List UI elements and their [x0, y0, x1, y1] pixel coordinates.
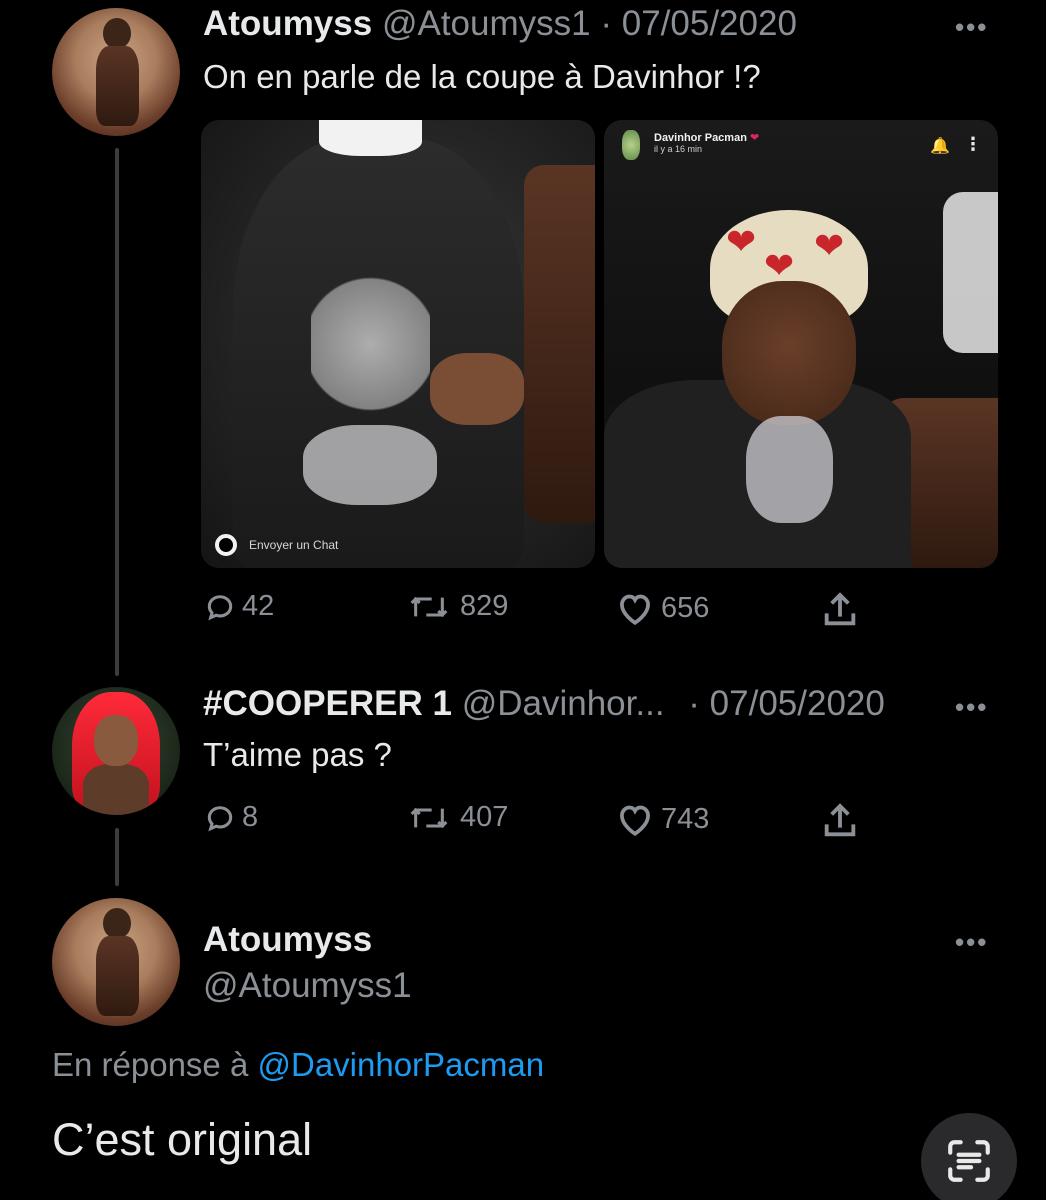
text-scan-button[interactable] [921, 1113, 1017, 1200]
snap-bitmoji-icon [622, 130, 640, 160]
tweet-text: On en parle de la coupe à Davinhor !? [203, 58, 761, 95]
handle[interactable]: @Atoumyss1 [203, 966, 412, 1006]
vertical-dots-icon: ⋮ [964, 134, 982, 154]
avatar[interactable] [52, 8, 180, 136]
reply-button[interactable]: 8 [204, 801, 258, 834]
reply-prefix: En réponse à [52, 1046, 249, 1083]
tweet-date[interactable]: 07/05/2020 [622, 4, 797, 43]
hair-heart: ❤ [764, 245, 795, 286]
avatar[interactable] [52, 687, 180, 815]
tweet-text: T’aime pas ? [203, 736, 392, 773]
display-name[interactable]: #COOPERER 1 [203, 684, 452, 723]
display-name[interactable]: Atoumyss [203, 920, 372, 960]
heart-icon [620, 805, 650, 836]
snap-reply-text: Envoyer un Chat [249, 538, 339, 552]
handle[interactable]: @Atoumyss1 [382, 4, 591, 43]
like-count: 743 [661, 802, 710, 835]
share-button[interactable] [820, 801, 860, 841]
retweet-icon [410, 807, 448, 828]
separator: · [688, 684, 700, 723]
avatar[interactable] [52, 898, 180, 1026]
avatar-head [103, 908, 132, 939]
snap-reply-bar: Envoyer un Chat [215, 534, 338, 556]
avatar-dress [95, 936, 140, 1016]
more-options-icon[interactable]: ••• [955, 12, 988, 43]
share-icon [824, 803, 856, 837]
reply-icon [207, 594, 233, 620]
thread-line [115, 148, 119, 676]
arm [429, 352, 525, 425]
avatar-face [94, 715, 138, 767]
tweet-image-left[interactable]: Envoyer un Chat [201, 120, 595, 568]
more-options-icon[interactable]: ••• [955, 927, 988, 958]
share-button[interactable] [820, 590, 860, 630]
reply-button[interactable]: 42 [204, 590, 274, 623]
snap-account-name: Davinhor Pacman ❤ [654, 132, 760, 144]
tweet-date[interactable]: 07/05/2020 [710, 684, 885, 723]
heart-icon [620, 594, 650, 625]
separator: · [600, 4, 612, 43]
hair-heart: ❤ [726, 221, 757, 262]
text-scan-icon [948, 1140, 990, 1182]
barber-chair [524, 164, 595, 524]
retweet-button[interactable]: 407 [404, 801, 508, 834]
thread-line [115, 828, 119, 886]
reply-count: 42 [242, 590, 275, 622]
reply-icon [207, 805, 233, 831]
cape-print [311, 254, 430, 434]
gloved-hand [745, 415, 833, 524]
tweet-header: #COOPERER 1 @Davinhor... · 07/05/2020 [203, 684, 885, 724]
snap-time: il y a 16 min [654, 144, 703, 154]
handle[interactable]: @Davinhor... [462, 684, 665, 723]
reply-mention-link[interactable]: @DavinhorPacman [257, 1046, 544, 1083]
hair-heart: ❤ [814, 225, 845, 266]
reply-count: 8 [242, 801, 259, 833]
avatar-body [82, 763, 150, 815]
retweet-count: 407 [460, 801, 509, 833]
gloved-hand [303, 424, 438, 506]
retweet-icon [410, 596, 448, 617]
like-count: 656 [661, 591, 710, 624]
more-options-icon[interactable]: ••• [955, 692, 988, 723]
retweet-count: 829 [460, 590, 509, 622]
reply-context: En réponse à @DavinhorPacman [52, 1046, 544, 1084]
like-button[interactable]: 743 [615, 801, 709, 837]
tweet-header: Atoumyss @Atoumyss1 · 07/05/2020 [203, 4, 797, 44]
avatar-head [103, 18, 132, 49]
like-button[interactable]: 656 [615, 590, 709, 626]
retweet-button[interactable]: 829 [404, 590, 508, 623]
camera-icon [215, 534, 237, 556]
avatar-dress [95, 46, 140, 126]
tweet-image-right[interactable]: ❤ ❤ ❤ Davinhor Pacman ❤ il y a 16 min 🔔 … [604, 120, 998, 568]
share-icon [824, 592, 856, 626]
bell-icon: 🔔 [930, 138, 950, 155]
collar [319, 120, 422, 156]
tweet-text: C’est original [52, 1114, 313, 1165]
display-name[interactable]: Atoumyss [203, 4, 372, 43]
face [722, 281, 857, 425]
background-person [942, 191, 998, 353]
